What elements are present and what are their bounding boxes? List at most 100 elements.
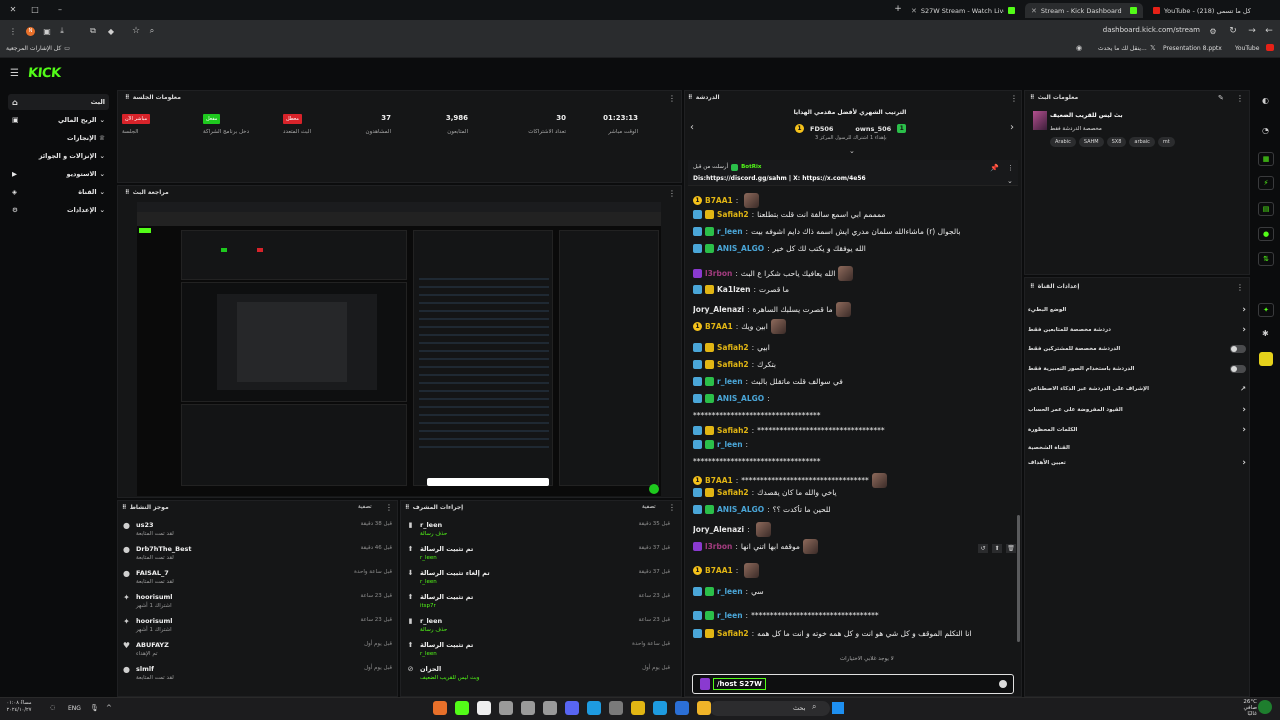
close-window-icon[interactable]: ✕	[8, 4, 18, 14]
stream-video-player[interactable]	[137, 202, 661, 496]
chat-message[interactable]: ANIS_ALGO: الله يوفقك و يكتب لك كل خير	[693, 244, 1011, 253]
clock[interactable]: مساءً ٠١:٠٨ ٢٠٢٤/١٠/٢٧	[2, 700, 36, 714]
chat-bubble-icon[interactable]: ●	[1258, 227, 1274, 241]
activity-username[interactable]: Drb7hThe_Best	[136, 545, 191, 553]
mod-action-user[interactable]: وبث ليس للقريب الضعيف	[420, 675, 479, 681]
chat-message[interactable]: r_leen:	[693, 440, 1011, 449]
chat-message[interactable]: Jory_Alenazi: ما قصرت يسلبك الساهرة	[693, 302, 1011, 317]
nav-item-channel[interactable]: ◈ القناة ⌄	[8, 184, 109, 200]
chat-username[interactable]: ANIS_ALGO	[717, 394, 764, 403]
chat-message[interactable]: r_leen: *********************************…	[693, 611, 1011, 620]
file-explorer-icon[interactable]	[697, 701, 711, 715]
download-icon[interactable]: ⤓	[57, 26, 67, 36]
chat-message[interactable]: r_leen: بالجوال (r) ماشاءالله سلمان مدري …	[693, 227, 1011, 236]
chat-username[interactable]: B7AA1	[705, 322, 733, 331]
pin-icon[interactable]: ◆	[106, 26, 116, 36]
chat-message[interactable]: Safiah2: ياخي والله ما كان يقصدك	[693, 488, 1011, 497]
menu-dots-icon[interactable]: ⋮	[8, 26, 18, 36]
store-icon[interactable]	[675, 701, 689, 715]
reply-icon[interactable]: ↺	[978, 544, 988, 553]
panel-menu-icon[interactable]: ⋮	[1236, 283, 1244, 292]
chat-username[interactable]: l3rbon	[705, 269, 732, 278]
language-indicator[interactable]: ENG	[68, 705, 81, 712]
chat-username[interactable]: Safiah2	[717, 343, 749, 352]
nav-item-studio[interactable]: ▶ الاستوديو ⌄	[8, 166, 109, 182]
activity-username[interactable]: hoorisuml	[136, 617, 173, 625]
chat-username[interactable]: B7AA1	[705, 476, 733, 485]
chat-username[interactable]: B7AA1	[705, 566, 733, 575]
chat-message[interactable]: r_leen: سي	[693, 587, 1011, 596]
chat-message[interactable]: l3rbon: موقفه ابها اتني انها	[693, 539, 1011, 554]
close-tab-icon[interactable]: ✕	[911, 7, 917, 15]
chat-setting-row[interactable]: الكلمات المحظورة ›	[1028, 425, 1246, 435]
theme-toggle-icon[interactable]: ◐	[1262, 96, 1269, 105]
discord-icon[interactable]	[565, 701, 579, 715]
activity-username[interactable]: FAISAL_7	[136, 569, 174, 577]
windows-start-icon[interactable]	[832, 702, 844, 714]
chevron-right-icon[interactable]: ›	[1242, 305, 1246, 315]
chat-username[interactable]: r_leen	[717, 611, 743, 620]
chat-input[interactable]: /host S27W	[713, 678, 766, 690]
activity-username[interactable]: ABUFAYZ	[136, 641, 169, 649]
mod-action-user[interactable]: حذف رسالة	[420, 627, 447, 633]
chat-username[interactable]: r_leen	[717, 440, 743, 449]
tab-youtube[interactable]: YouTube - كل ما تسمى (218)	[1147, 3, 1259, 18]
chevron-right-icon[interactable]: ›	[1242, 425, 1246, 435]
photos-icon[interactable]	[587, 701, 601, 715]
chat-username[interactable]: Ka1lzen	[717, 285, 750, 294]
chat-message[interactable]: **********************************	[693, 411, 1011, 420]
tab-s27w-stream[interactable]: ✕ S27W Stream - Watch Live on Kick	[905, 3, 1021, 18]
nav-item-drops[interactable]: الإنزالات و الجوائز ⌄	[8, 148, 109, 164]
chat-message[interactable]: r_leen: في سوالف قلت ماتقلل بالبث	[693, 377, 1011, 386]
edge-icon[interactable]	[653, 701, 667, 715]
external-link-icon[interactable]: ↗	[1240, 385, 1246, 393]
chat-username[interactable]: Safiah2	[717, 360, 749, 369]
capcut-icon[interactable]	[477, 701, 491, 715]
star-bookmark-icon[interactable]: ☆	[131, 26, 141, 36]
mod-action-user[interactable]: r_leen	[420, 555, 473, 561]
chat-username[interactable]: B7AA1	[705, 196, 733, 205]
toggle-switch[interactable]	[1230, 365, 1246, 373]
edit-icon[interactable]: ✎	[1218, 94, 1224, 102]
activity-username[interactable]: us23	[136, 521, 174, 529]
drag-handle-icon[interactable]: ⠿	[405, 504, 410, 511]
chat-setting-row[interactable]: دردشة مخصصة للمتابعين فقط ›	[1028, 325, 1246, 335]
chevron-right-icon[interactable]: ›	[1010, 122, 1014, 133]
chat-username[interactable]: ANIS_ALGO	[717, 244, 764, 253]
mic-tray-icon[interactable]: 🎙	[90, 704, 99, 712]
chat-username[interactable]: Safiah2	[717, 629, 749, 638]
close-tab-icon[interactable]: ✕	[1031, 7, 1037, 15]
chat-message[interactable]: Safiah2: ابيي	[693, 343, 1011, 352]
settings-app-icon[interactable]	[609, 701, 623, 715]
reload-icon[interactable]: ↻	[1228, 26, 1238, 36]
filter-button[interactable]: تصفية	[642, 504, 656, 510]
expand-icon[interactable]: ⌄	[1007, 177, 1013, 185]
bookmark-x[interactable]: ينقل لك ما يحدث...	[1098, 45, 1147, 52]
chevron-right-icon[interactable]: ›	[1242, 458, 1246, 468]
kick-logo[interactable]: KICK	[27, 66, 61, 81]
pin-icon[interactable]: 📌	[990, 164, 999, 172]
chat-message[interactable]: **********************************	[693, 457, 1011, 466]
bookmark-presentation[interactable]: Presentation 8.pptx	[1163, 45, 1222, 52]
pin-menu-icon[interactable]: ⋮	[1007, 164, 1014, 172]
sidebar-icon[interactable]: ▣	[42, 26, 52, 36]
chat-setting-row[interactable]: تعيين الأهداف ›	[1028, 458, 1246, 468]
emoji-icon[interactable]	[999, 680, 1007, 688]
drag-handle-icon[interactable]: ⠿	[1030, 283, 1035, 290]
chat-setting-row[interactable]: الدردشة مخصصة للمشتركين فقط	[1028, 345, 1246, 353]
back-icon[interactable]: ←	[1264, 26, 1274, 36]
chat-username[interactable]: r_leen	[717, 587, 743, 596]
kick-app-icon[interactable]	[455, 701, 469, 715]
collapse-icon[interactable]: ⌄	[849, 147, 855, 155]
chat-message[interactable]: 1 B7AA1: ابين ويك	[693, 319, 1011, 334]
hamburger-menu-icon[interactable]: ☰	[10, 68, 19, 79]
chevron-left-icon[interactable]: ‹	[690, 122, 694, 133]
profile-icon[interactable]: ◔	[1262, 126, 1269, 135]
new-tab-icon[interactable]: +	[893, 4, 903, 14]
chat-message[interactable]: Safiah2: انا التكلم الموقف و كل شي هو انت…	[693, 629, 1011, 638]
nav-item-settings[interactable]: ⚙ الإعدادات ⌄	[8, 202, 109, 218]
activity-username[interactable]: slmlf	[136, 665, 174, 673]
url-text[interactable]: dashboard.kick.com/stream	[1100, 26, 1200, 34]
chat-scrollbar[interactable]	[1017, 515, 1020, 642]
document-icon[interactable]: ▤	[1258, 202, 1274, 216]
